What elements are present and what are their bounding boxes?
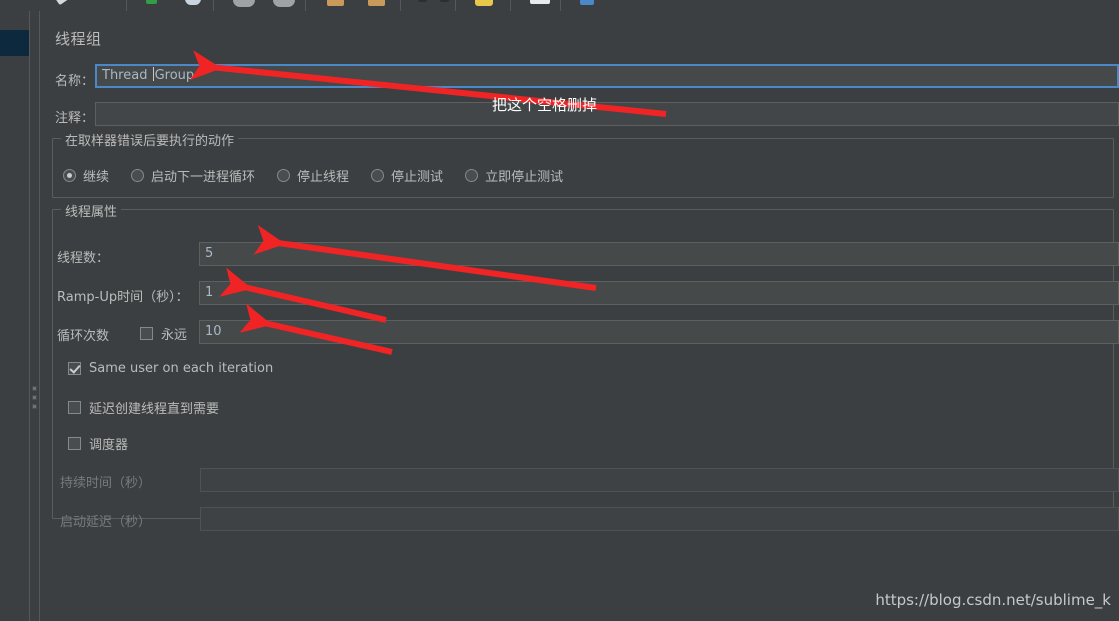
scheduler-checkbox-label: 调度器 <box>89 438 129 453</box>
ramp-up-label: Ramp-Up时间（秒）： <box>57 290 189 305</box>
test-plan-tree-panel[interactable] <box>0 11 30 621</box>
checkbox-mark-icon <box>68 437 81 450</box>
toolbar-separator <box>560 0 561 11</box>
watermark: https://blog.csdn.net/sublime_k <box>875 591 1111 609</box>
radio-label: 停止测试 <box>391 170 444 185</box>
jmeter-thread-group-window: 线程组 名称： Thread Group 注释： 在取样器错误后要执行的动作 继… <box>0 0 1119 621</box>
same-user-checkbox-label: Same user on each iteration <box>89 361 274 376</box>
radio-mark-icon <box>277 169 291 182</box>
checkbox-mark-icon <box>68 401 81 414</box>
toolbar-separator <box>510 0 511 11</box>
toolbar-separator <box>126 0 127 11</box>
ramp-up-input[interactable]: 1 <box>199 281 1119 305</box>
forever-checkbox-label: 永远 <box>161 328 188 343</box>
tree-selected-item[interactable] <box>0 30 29 56</box>
sampler-error-group-title: 在取样器错误后要执行的动作 <box>61 130 239 149</box>
comments-label: 注释： <box>55 111 95 126</box>
toolbar-separator <box>305 0 306 11</box>
collapse-icon[interactable] <box>440 0 449 2</box>
toolbar-separator <box>455 0 456 11</box>
page-title: 线程组 <box>55 30 102 48</box>
paste-icon[interactable] <box>327 0 344 6</box>
name-input[interactable]: Thread Group <box>95 64 1119 88</box>
start-icon[interactable] <box>530 0 550 4</box>
radio-mark-icon <box>131 169 145 182</box>
checkbox-mark-icon <box>68 362 81 375</box>
radio-mark-icon <box>63 169 76 182</box>
loop-count-input[interactable]: 10 <box>199 320 1119 344</box>
radio-stop-test[interactable]: 停止测试 <box>371 166 443 185</box>
radio-label: 继续 <box>83 170 110 185</box>
checkbox-mark-icon <box>140 327 153 340</box>
name-input-text-after-caret: Group <box>154 68 195 83</box>
startup-delay-label: 启动延迟（秒） <box>60 515 152 530</box>
duration-label: 持续时间（秒） <box>60 476 152 491</box>
thread-group-editor: 线程组 名称： Thread Group 注释： 在取样器错误后要执行的动作 继… <box>40 11 1119 621</box>
scheduler-checkbox[interactable]: 调度器 <box>68 434 128 453</box>
loop-count-label: 循环次数 <box>57 329 110 344</box>
sampler-error-radio-group[interactable]: 继续 启动下一进程循环 停止线程 停止测试 立即停止测试 <box>63 166 585 185</box>
radio-label: 立即停止测试 <box>485 170 564 185</box>
num-threads-label: 线程数： <box>57 251 110 266</box>
radio-stop-thread[interactable]: 停止线程 <box>277 166 349 185</box>
radio-label: 停止线程 <box>297 170 350 185</box>
toolbar-separator <box>213 0 214 11</box>
save-icon[interactable] <box>185 0 201 5</box>
name-input-text-before-caret: Thread <box>102 68 152 83</box>
cut-icon[interactable] <box>233 0 255 7</box>
forever-checkbox[interactable]: 永远 <box>140 324 187 343</box>
open-icon[interactable] <box>146 0 157 4</box>
duration-input[interactable] <box>200 468 1119 492</box>
radio-continue[interactable]: 继续 <box>63 166 109 185</box>
comments-input[interactable] <box>95 102 1119 126</box>
radio-stop-test-now[interactable]: 立即停止测试 <box>465 166 563 185</box>
new-icon[interactable] <box>54 0 72 6</box>
tree-editor-splitter[interactable] <box>30 11 40 621</box>
same-user-checkbox[interactable]: Same user on each iteration <box>68 361 273 376</box>
num-threads-input[interactable]: 5 <box>199 242 1119 266</box>
copy-icon[interactable] <box>273 0 295 7</box>
splitter-grip-icon[interactable] <box>32 386 37 409</box>
remote-icon[interactable] <box>580 0 594 5</box>
radio-start-next-loop[interactable]: 启动下一进程循环 <box>131 166 255 185</box>
toolbar-separator <box>400 0 401 11</box>
delay-thread-creation-checkbox[interactable]: 延迟创建线程直到需要 <box>68 398 219 417</box>
thread-properties-group-title: 线程属性 <box>61 201 122 220</box>
delay-thread-creation-checkbox-label: 延迟创建线程直到需要 <box>89 402 220 417</box>
startup-delay-input[interactable] <box>200 507 1119 531</box>
expand-icon[interactable] <box>418 0 427 2</box>
toggle-icon[interactable] <box>475 0 493 6</box>
name-label: 名称： <box>55 74 95 89</box>
text-caret <box>152 67 154 81</box>
paste-alt-icon[interactable] <box>368 0 385 6</box>
radio-mark-icon <box>465 169 479 182</box>
radio-label: 启动下一进程循环 <box>151 170 256 185</box>
radio-mark-icon <box>371 169 385 182</box>
